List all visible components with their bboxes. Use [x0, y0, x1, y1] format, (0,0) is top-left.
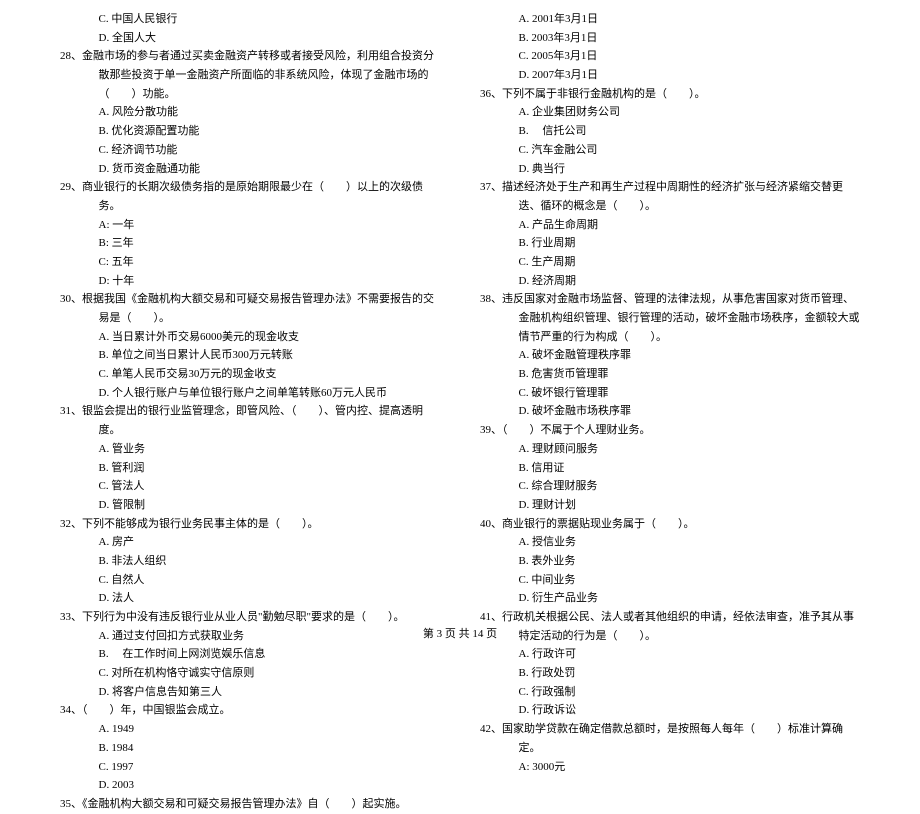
option: D. 2003: [60, 776, 440, 795]
option: B. 在工作时间上网浏览娱乐信息: [60, 645, 440, 664]
option: A. 风险分散功能: [60, 103, 440, 122]
option: C: 五年: [60, 253, 440, 272]
question-37-stem: 37、描述经济处于生产和再生产过程中周期性的经济扩张与经济紧缩交替更迭、循环的概…: [480, 178, 860, 215]
option: D. 经济周期: [480, 272, 860, 291]
question-28-stem: 28、金融市场的参与者通过买卖金融资产转移或者接受风险，利用组合投资分散那些投资…: [60, 47, 440, 103]
option: A. 理财顾问服务: [480, 440, 860, 459]
question-35-stem: 35、《金融机构大额交易和可疑交易报告管理办法》自（ ）起实施。: [60, 795, 440, 814]
option: B. 2003年3月1日: [480, 29, 860, 48]
question-29-stem: 29、商业银行的长期次级债务指的是原始期限最少在（ ）以上的次级债务。: [60, 178, 440, 215]
option: A. 通过支付回扣方式获取业务: [60, 627, 440, 646]
option: C. 中国人民银行: [60, 10, 440, 29]
option: D. 将客户信息告知第三人: [60, 683, 440, 702]
option: A. 企业集团财务公司: [480, 103, 860, 122]
option: A. 管业务: [60, 440, 440, 459]
option: D. 2007年3月1日: [480, 66, 860, 85]
option: C. 对所在机构恪守诚实守信原则: [60, 664, 440, 683]
option: A. 1949: [60, 720, 440, 739]
option: A. 破坏金融管理秩序罪: [480, 346, 860, 365]
option: B. 信托公司: [480, 122, 860, 141]
option: D. 理财计划: [480, 496, 860, 515]
option: B. 信用证: [480, 459, 860, 478]
option: C. 管法人: [60, 477, 440, 496]
question-32-stem: 32、下列不能够成为银行业务民事主体的是（ ）。: [60, 515, 440, 534]
option: D. 货币资金融通功能: [60, 160, 440, 179]
option: B. 管利润: [60, 459, 440, 478]
option: A. 当日累计外币交易6000美元的现金收支: [60, 328, 440, 347]
question-38-stem: 38、违反国家对金融市场监督、管理的法律法规，从事危害国家对货币管理、金融机构组…: [480, 290, 860, 346]
option: B. 危害货币管理罪: [480, 365, 860, 384]
question-30-stem: 30、根据我国《金融机构大额交易和可疑交易报告管理办法》不需要报告的交易是（ ）…: [60, 290, 440, 327]
option: B. 表外业务: [480, 552, 860, 571]
option: C. 生产周期: [480, 253, 860, 272]
option: A. 授信业务: [480, 533, 860, 552]
option: A. 2001年3月1日: [480, 10, 860, 29]
question-42-stem: 42、国家助学贷款在确定借款总额时，是按照每人每年（ ）标准计算确定。: [480, 720, 860, 757]
option: B: 三年: [60, 234, 440, 253]
option: C. 自然人: [60, 571, 440, 590]
page-body: C. 中国人民银行 D. 全国人大 28、金融市场的参与者通过买卖金融资产转移或…: [0, 0, 920, 620]
option: D. 全国人大: [60, 29, 440, 48]
option: C. 2005年3月1日: [480, 47, 860, 66]
option: D. 个人银行账户与单位银行账户之间单笔转账60万元人民币: [60, 384, 440, 403]
left-column: C. 中国人民银行 D. 全国人大 28、金融市场的参与者通过买卖金融资产转移或…: [40, 10, 460, 620]
option: D. 管限制: [60, 496, 440, 515]
option: B. 优化资源配置功能: [60, 122, 440, 141]
option: C. 汽车金融公司: [480, 141, 860, 160]
option: D. 破坏金融市场秩序罪: [480, 402, 860, 421]
question-40-stem: 40、商业银行的票据贴现业务属于（ ）。: [480, 515, 860, 534]
option: D. 行政诉讼: [480, 701, 860, 720]
option: C. 单笔人民币交易30万元的现金收支: [60, 365, 440, 384]
option: D. 衍生产品业务: [480, 589, 860, 608]
right-column: A. 2001年3月1日 B. 2003年3月1日 C. 2005年3月1日 D…: [460, 10, 880, 620]
option: B. 单位之间当日累计人民币300万元转账: [60, 346, 440, 365]
question-33-stem: 33、下列行为中没有违反银行业从业人员"勤勉尽职"要求的是（ ）。: [60, 608, 440, 627]
option: A: 3000元: [480, 758, 860, 777]
option: B. 非法人组织: [60, 552, 440, 571]
option: D. 典当行: [480, 160, 860, 179]
option: A. 房产: [60, 533, 440, 552]
option: B. 行业周期: [480, 234, 860, 253]
option: C. 经济调节功能: [60, 141, 440, 160]
question-39-stem: 39、（ ）不属于个人理财业务。: [480, 421, 860, 440]
option: C. 行政强制: [480, 683, 860, 702]
option: B. 1984: [60, 739, 440, 758]
option: D. 法人: [60, 589, 440, 608]
question-31-stem: 31、银监会提出的银行业监管理念，即管风险、（ ）、管内控、提高透明度。: [60, 402, 440, 439]
option: A. 产品生命周期: [480, 216, 860, 235]
option: D: 十年: [60, 272, 440, 291]
question-36-stem: 36、下列不属于非银行金融机构的是（ ）。: [480, 85, 860, 104]
option: C. 中间业务: [480, 571, 860, 590]
question-41-stem: 41、行政机关根据公民、法人或者其他组织的申请，经依法审查，准予其从事特定活动的…: [480, 608, 860, 645]
option: A. 行政许可: [480, 645, 860, 664]
option: A: 一年: [60, 216, 440, 235]
question-34-stem: 34、（ ）年，中国银监会成立。: [60, 701, 440, 720]
option: C. 破坏银行管理罪: [480, 384, 860, 403]
option: C. 综合理财服务: [480, 477, 860, 496]
option: B. 行政处罚: [480, 664, 860, 683]
option: C. 1997: [60, 758, 440, 777]
